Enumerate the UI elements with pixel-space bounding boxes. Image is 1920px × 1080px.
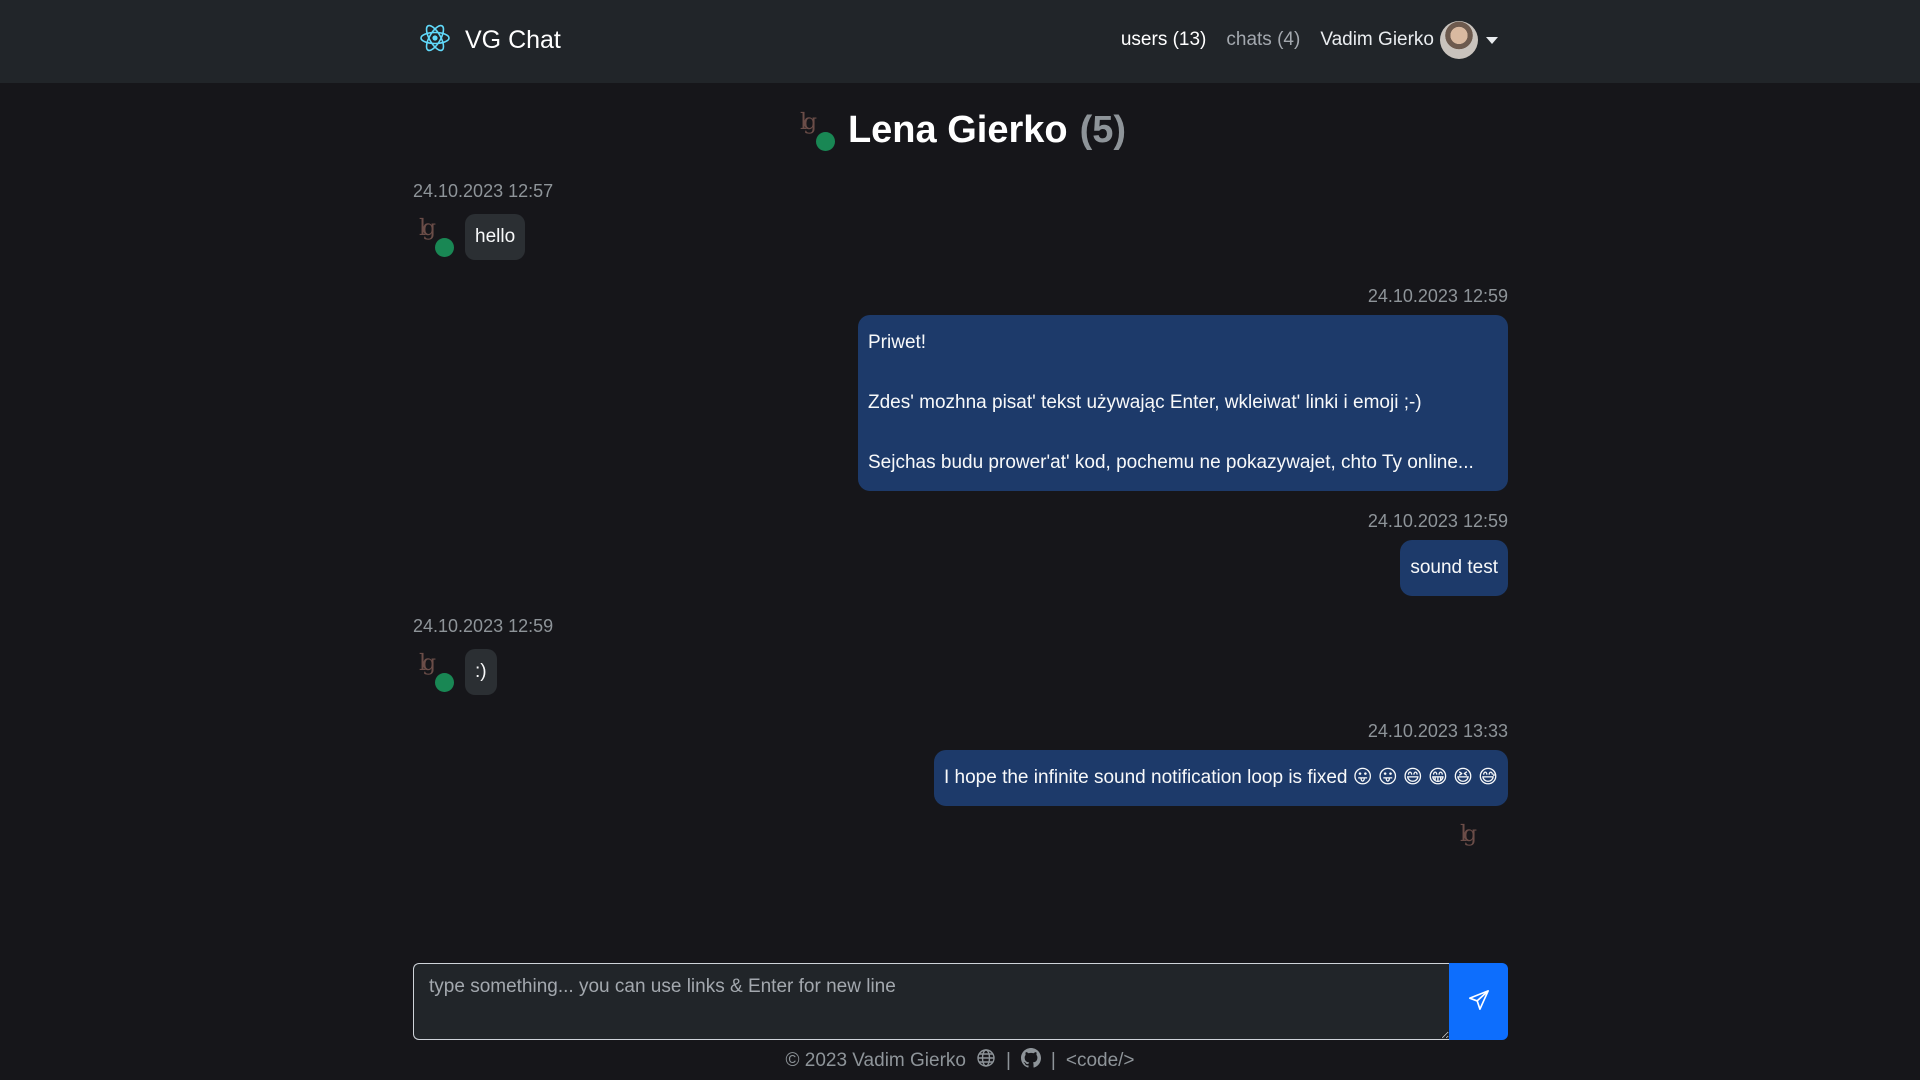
lg-logo-icon: lg: [799, 110, 817, 135]
chat-title: Lena Gierko: [847, 108, 1068, 151]
message-bubble: sound test: [1400, 540, 1508, 596]
globe-icon[interactable]: [976, 1048, 996, 1074]
message-row: lg :): [413, 649, 553, 695]
message-incoming: 24.10.2023 12:59 lg :): [413, 616, 553, 695]
user-menu-dropdown[interactable]: Vadim Gierko: [1320, 21, 1498, 59]
nav-chats-link[interactable]: chats (4): [1226, 29, 1300, 51]
nav-users-link[interactable]: users (13): [1121, 29, 1207, 51]
message-line: Zdes' mozhna pisat' tekst używając Enter…: [868, 392, 1422, 413]
footer-separator: |: [1005, 1050, 1011, 1071]
message-line: Priwet!: [868, 332, 927, 353]
brand[interactable]: VG Chat: [419, 20, 561, 60]
lg-logo-icon: lg: [419, 216, 436, 241]
message-input[interactable]: [413, 963, 1449, 1040]
contact-avatar: lg: [794, 108, 838, 152]
message-bubble: hello: [465, 214, 526, 260]
seen-by-avatar: lg: [1454, 820, 1498, 864]
online-status-dot: [435, 673, 454, 692]
nav-right: users (13) chats (4) Vadim Gierko: [1121, 20, 1498, 60]
message-outgoing: 24.10.2023 13:33 I hope the infinite sou…: [933, 721, 1508, 806]
lg-logo-icon: lg: [419, 651, 436, 676]
avatar: [1440, 21, 1478, 59]
message-line: Sejchas budu prower'at' kod, pochemu ne …: [868, 452, 1474, 473]
source-code-link[interactable]: <code/>: [1066, 1050, 1135, 1072]
caret-down-icon: [1486, 36, 1498, 44]
message-timestamp: 24.10.2023 13:33: [1367, 721, 1508, 741]
message-incoming: 24.10.2023 12:57 lg hello: [413, 181, 553, 260]
message-timestamp: 24.10.2023 12:59: [1367, 286, 1508, 306]
message-outgoing: 24.10.2023 12:59 sound test: [1368, 511, 1508, 596]
footer: © 2023 Vadim Gierko | | <code/>: [0, 1048, 1920, 1074]
message-list: 24.10.2023 12:57 lg hello 24.10.2023 12:…: [413, 170, 1508, 950]
react-logo-icon: [419, 22, 451, 59]
message-line: [868, 358, 1498, 388]
github-icon[interactable]: [1020, 1048, 1041, 1074]
send-button[interactable]: [1449, 963, 1508, 1040]
footer-separator: |: [1050, 1050, 1056, 1071]
lg-logo-icon: lg: [1460, 822, 1477, 847]
message-composer: [413, 963, 1508, 1040]
message-row: lg hello: [413, 214, 553, 260]
user-name: Vadim Gierko: [1320, 29, 1434, 50]
chat-header: lg Lena Gierko (5): [0, 100, 1920, 160]
message-timestamp: 24.10.2023 12:57: [413, 181, 554, 201]
sender-avatar: lg: [413, 649, 457, 693]
message-timestamp: 24.10.2023 12:59: [413, 616, 554, 636]
message-timestamp: 24.10.2023 12:59: [1367, 511, 1508, 531]
online-status-dot: [435, 238, 454, 257]
chat-message-count: (5): [1079, 108, 1127, 151]
copyright-text: © 2023 Vadim Gierko: [785, 1050, 966, 1071]
navbar: VG Chat users (13) chats (4) Vadim Gierk…: [0, 0, 1920, 83]
brand-name: VG Chat: [465, 25, 561, 54]
message-bubble: I hope the infinite sound notification l…: [933, 750, 1508, 806]
message-line: [868, 418, 1498, 448]
message-outgoing: 24.10.2023 12:59 Priwet! Zdes' mozhna pi…: [858, 286, 1508, 491]
send-icon: [1468, 989, 1490, 1014]
message-bubble: Priwet! Zdes' mozhna pisat' tekst używaj…: [858, 315, 1508, 491]
message-bubble: :): [465, 649, 497, 695]
sender-avatar: lg: [413, 214, 457, 258]
online-status-dot: [815, 132, 835, 151]
